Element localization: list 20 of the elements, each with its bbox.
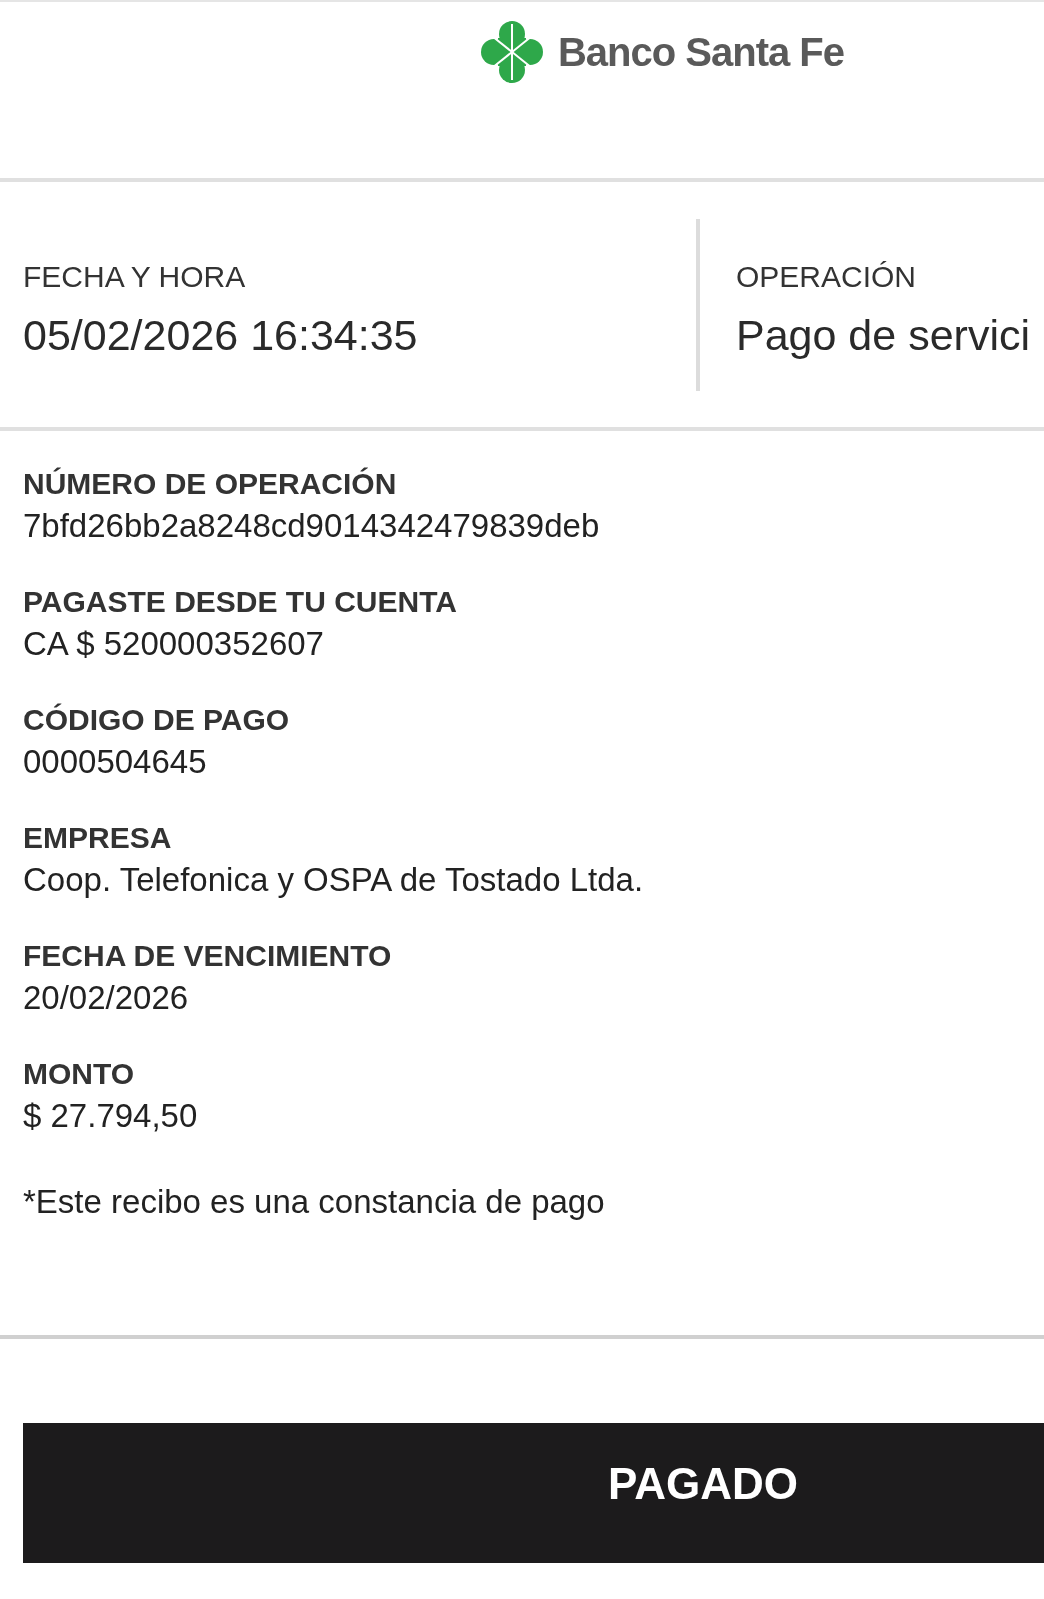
status-banner: PAGADO — [23, 1422, 1044, 1563]
bank-name: Banco Santa Fe — [557, 29, 845, 76]
field-label: MONTO — [23, 1056, 136, 1092]
field-label: FECHA DE VENCIMIENTO — [23, 938, 393, 974]
field-value: 20/02/2026 — [23, 978, 190, 1018]
field-label: EMPRESA — [23, 820, 173, 856]
field-value: 0000504645 — [23, 742, 208, 782]
field-label: PAGASTE DESDE TU CUENTA — [23, 584, 458, 620]
summary-label: OPERACIÓN — [736, 258, 918, 295]
field-label: CÓDIGO DE PAGO — [23, 702, 291, 738]
field-value: Coop. Telefonica y OSPA de Tostado Ltda. — [23, 860, 645, 900]
field-value: 7bfd26bb2a8248cd9014342479839deb — [23, 506, 601, 546]
field-label: NÚMERO DE OPERACIÓN — [23, 466, 398, 502]
receipt-note: *Este recibo es una constancia de pago — [23, 1182, 606, 1222]
summary-value: Pago de servici — [736, 309, 1031, 361]
summary-label: FECHA Y HORA — [23, 258, 247, 295]
summary-value: 05/02/2026 16:34:35 — [23, 309, 419, 361]
field-value: $ 27.794,50 — [23, 1096, 199, 1136]
clover-logo-icon — [479, 20, 544, 84]
field-value: CA $ 520000352607 — [23, 624, 325, 664]
